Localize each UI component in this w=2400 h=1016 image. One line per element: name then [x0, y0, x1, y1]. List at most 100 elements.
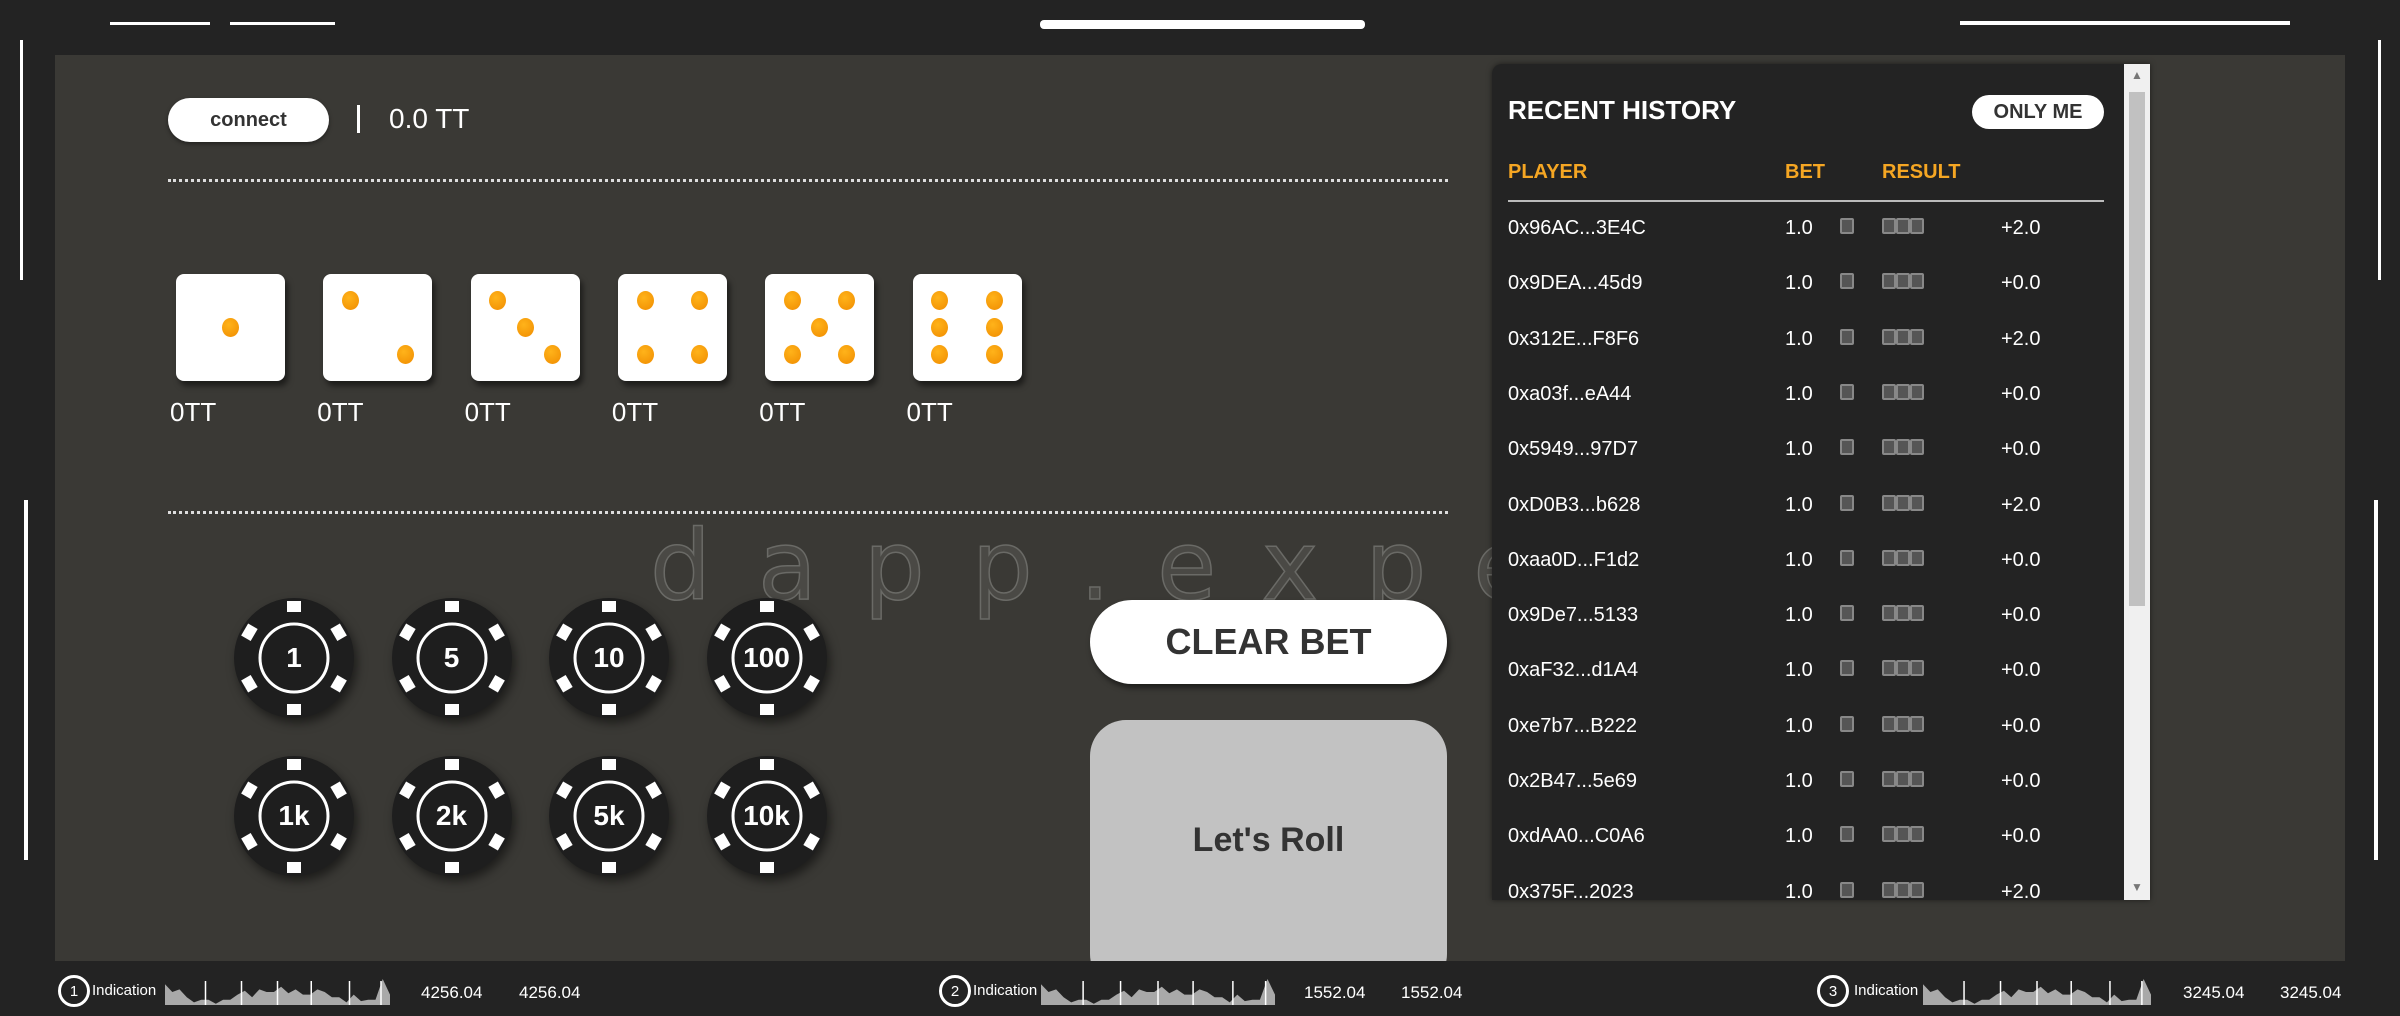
chip-value: 5k: [593, 800, 625, 831]
result-die-icon: [1896, 273, 1910, 290]
result-die-icon: [1896, 549, 1910, 566]
player-address: 0xD0B3...b628: [1508, 493, 1641, 516]
connect-button[interactable]: connect: [168, 98, 329, 142]
payout: +0.0: [2001, 272, 2041, 295]
bet-die-icon: [1840, 605, 1854, 622]
chip-1k[interactable]: 1k: [233, 755, 355, 877]
column-result: RESULT: [1882, 161, 1961, 183]
die-2-bet-area[interactable]: [323, 274, 433, 381]
result-die-icon: [1882, 881, 1896, 898]
payout: +0.0: [2001, 438, 2041, 461]
history-row: 0xe7b7...B222 1.0 +0.0: [1492, 715, 2124, 770]
recent-history-panel: RECENT HISTORY ONLY ME PLAYER BET RESULT…: [1492, 64, 2150, 900]
bet-amount: 1.0: [1785, 382, 1813, 405]
clear-bet-button[interactable]: CLEAR BET: [1090, 600, 1447, 684]
chip-100[interactable]: 100: [706, 597, 828, 719]
bet-amount: 1.0: [1785, 438, 1813, 461]
result-die-icon: [1882, 826, 1896, 843]
balance: 0.0 TT: [389, 103, 470, 134]
only-me-button[interactable]: ONLY ME: [1972, 95, 2104, 129]
result-die-icon: [1910, 494, 1924, 511]
result-die-icon: [1882, 218, 1896, 234]
roll-button[interactable]: Let's Roll: [1090, 720, 1447, 961]
bet-die-icon: [1840, 771, 1854, 787]
bet-die-icon: [1840, 328, 1854, 345]
result-die-icon: [1910, 715, 1924, 732]
chip-value: 2k: [435, 800, 468, 831]
pip-icon: [691, 344, 709, 364]
result-die-icon: [1882, 715, 1896, 732]
result-die-icon: [1896, 494, 1910, 511]
history-row: 0x96AC...3E4C 1.0 +2.0: [1492, 217, 2124, 272]
bet-amount: 1.0: [1785, 659, 1813, 682]
chip-10k[interactable]: 10k: [706, 755, 828, 877]
chip-5k[interactable]: 5k: [548, 755, 670, 877]
die-4-bet-area[interactable]: [617, 274, 727, 381]
player-address: 0x375F...2023: [1508, 880, 1634, 900]
die-6-bet-area[interactable]: [912, 274, 1022, 381]
indicator-number: 3: [1817, 975, 1849, 1007]
die-1-bet-area[interactable]: [176, 274, 285, 381]
player-address: 0x9DEA...45d9: [1508, 272, 1643, 295]
result-die-icon: [1882, 328, 1896, 345]
bet-amount: 1.0: [1785, 825, 1813, 848]
history-row: 0x312E...F8F6 1.0 +2.0: [1492, 328, 2124, 383]
player-address: 0x312E...F8F6: [1508, 327, 1640, 350]
payout: +2.0: [2001, 217, 2041, 239]
player-address: 0x9De7...5133: [1508, 604, 1639, 627]
result-die-icon: [1896, 771, 1910, 787]
history-title: RECENT HISTORY: [1508, 95, 1737, 125]
frame-decoration-right: [2374, 500, 2378, 860]
indicator-3: 3 Indication 3245.04 3245.04: [0, 975, 2400, 1007]
result-die-icon: [1882, 771, 1896, 787]
bet-amount: 1.0: [1785, 548, 1813, 571]
scrollbar[interactable]: ▲ ▼: [2124, 64, 2150, 900]
result-die-icon: [1910, 549, 1924, 566]
chip-5[interactable]: 5: [391, 597, 513, 719]
chip-10[interactable]: 10: [548, 597, 670, 719]
payout: +0.0: [2001, 548, 2041, 571]
frame-decoration-top-left: [230, 22, 335, 25]
chip-2k[interactable]: 2k: [391, 755, 513, 877]
player-address: 0xa03f...eA44: [1508, 382, 1632, 405]
bet-die-icon: [1840, 218, 1854, 234]
die-5-bet-area[interactable]: [765, 274, 875, 381]
scrollbar-thumb[interactable]: [2129, 92, 2145, 606]
result-die-icon: [1882, 383, 1896, 400]
result-die-icon: [1882, 439, 1896, 456]
die-bet-amount: 0TT: [317, 397, 364, 427]
history-row: 0x2B47...5e69 1.0 +0.0: [1492, 770, 2124, 825]
history-row: 0xaF32...d1A4 1.0 +0.0: [1492, 659, 2124, 714]
die-3-bet-area[interactable]: [470, 274, 580, 381]
bet-die-icon: [1840, 494, 1854, 511]
scroll-down-icon[interactable]: ▼: [2131, 880, 2143, 894]
scroll-up-icon[interactable]: ▲: [2131, 68, 2143, 82]
indicator-value: 3245.04: [2280, 983, 2342, 1002]
history-row: 0xD0B3...b628 1.0 +2.0: [1492, 494, 2124, 549]
pip-icon: [838, 291, 856, 311]
bet-amount: 1.0: [1785, 493, 1813, 516]
player-address: 0xdAA0...C0A6: [1508, 825, 1645, 848]
history-row: 0xa03f...eA44 1.0 +0.0: [1492, 383, 2124, 438]
chip-1[interactable]: 1: [233, 597, 355, 719]
bet-die-icon: [1840, 881, 1854, 898]
history-row: 0xaa0D...F1d2 1.0 +0.0: [1492, 549, 2124, 604]
frame-decoration-top-center: [1040, 20, 1365, 29]
result-die-icon: [1882, 494, 1896, 511]
result-die-icon: [1896, 826, 1910, 843]
bet-die-icon: [1840, 273, 1854, 290]
bet-die-icon: [1840, 549, 1854, 566]
pip-icon: [222, 318, 239, 337]
pip-icon: [838, 344, 856, 364]
chip-value: 100: [743, 642, 790, 673]
die-bet-amount: 0TT: [906, 397, 953, 427]
player-address: 0x2B47...5e69: [1508, 770, 1637, 792]
bet-amount: 1.0: [1785, 327, 1813, 350]
frame-decoration-right: [2378, 40, 2381, 280]
pip-icon: [489, 291, 507, 311]
pip-icon: [931, 318, 949, 337]
bet-amount: 1.0: [1785, 770, 1813, 792]
die-bet-amount: 0TT: [464, 397, 511, 427]
result-die-icon: [1910, 660, 1924, 677]
result-die-icon: [1896, 218, 1910, 234]
